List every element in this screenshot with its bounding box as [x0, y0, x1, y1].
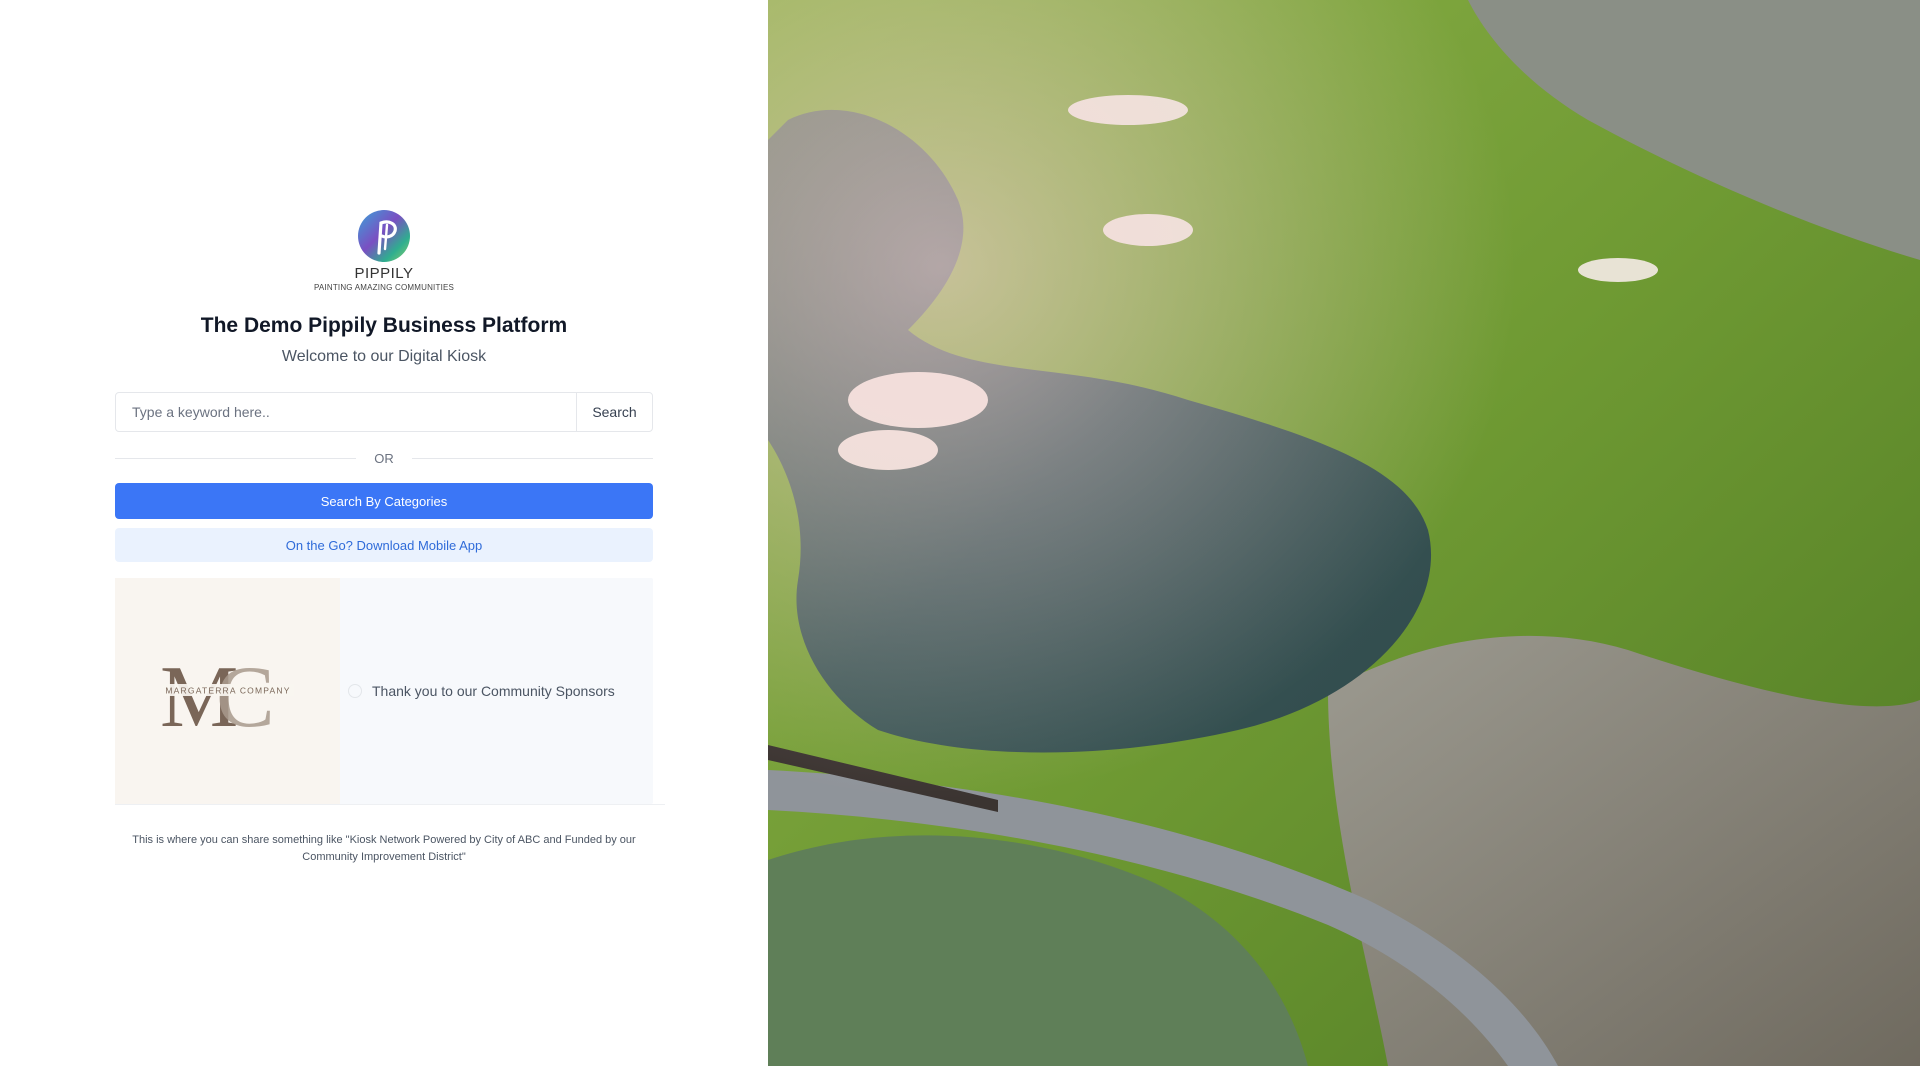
sponsor-message-area: Thank you to our Community Sponsors [340, 578, 653, 804]
margaterra-logo-icon: M C MARGATERRA COMPANY [160, 649, 294, 736]
search-by-categories-button[interactable]: Search By Categories [115, 483, 653, 519]
divider-line-left [115, 457, 357, 459]
search-input[interactable] [116, 393, 576, 431]
brand-name: PIPPILY [354, 265, 414, 282]
kiosk-panel: PIPPILY PAINTING AMAZING COMMUNITIES The… [0, 0, 768, 1066]
pippily-logo-icon [358, 210, 410, 262]
or-divider: OR [115, 448, 653, 468]
search-bar: Search [115, 392, 653, 432]
page-title: The Demo Pippily Business Platform [200, 314, 568, 337]
brand-logo: PIPPILY PAINTING AMAZING COMMUNITIES [0, 209, 768, 292]
hero-image [768, 0, 1920, 1066]
footer-divider [115, 804, 665, 805]
carousel-dot-icon[interactable] [348, 684, 362, 698]
or-label: OR [374, 450, 394, 466]
sponsor-logo[interactable]: M C MARGATERRA COMPANY [115, 578, 340, 804]
sponsor-message: Thank you to our Community Sponsors [372, 683, 615, 699]
golf-course-landscape-image [768, 0, 1920, 1066]
search-button[interactable]: Search [576, 393, 652, 431]
divider-line-right [411, 457, 653, 459]
sponsor-card[interactable]: M C MARGATERRA COMPANY Thank you to our … [115, 578, 653, 804]
brand-tagline: PAINTING AMAZING COMMUNITIES [313, 283, 455, 292]
page-subtitle: Welcome to our Digital Kiosk [281, 348, 487, 365]
download-mobile-app-button[interactable]: On the Go? Download Mobile App [115, 528, 653, 562]
sponsor-logo-text: MARGATERRA COMPANY [165, 686, 290, 696]
footer-note: This is where you can share something li… [132, 834, 636, 863]
